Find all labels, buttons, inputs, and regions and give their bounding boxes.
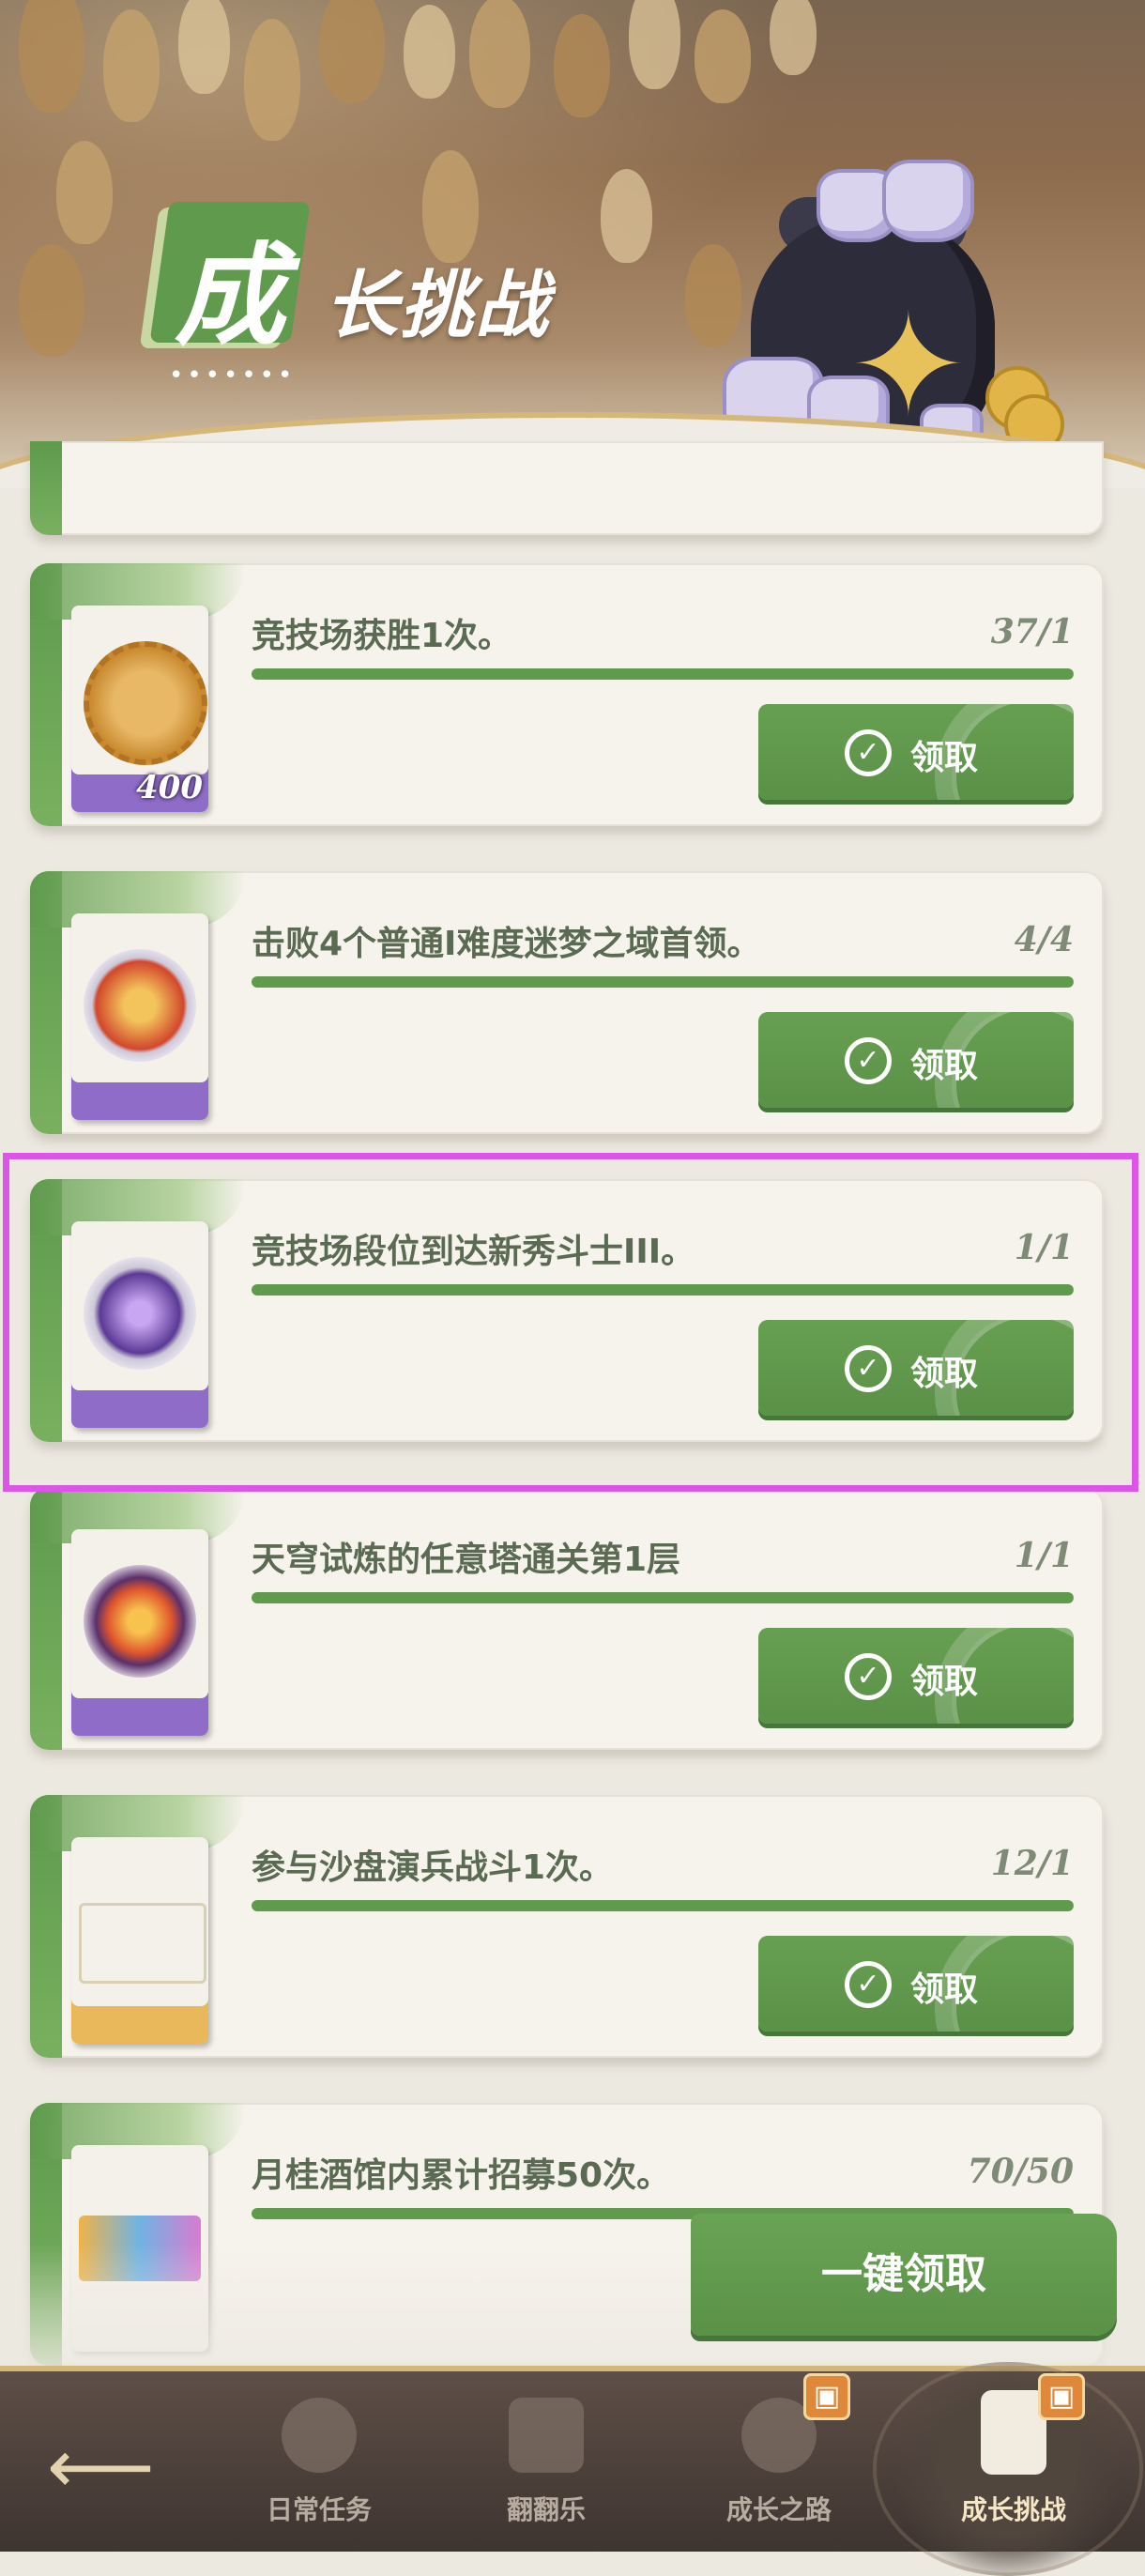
- header-banner: 成 长挑战 ••••••• ✦: [0, 0, 1145, 488]
- task-progress: 4/4: [1014, 920, 1074, 959]
- medal-icon: [84, 641, 207, 765]
- claim-button[interactable]: ✓ 领取: [758, 704, 1074, 800]
- check-icon: ✓: [845, 1345, 892, 1392]
- gift-badge-icon: ▣: [1038, 2373, 1085, 2420]
- progress-bar: [252, 976, 1074, 988]
- claim-label: 领取: [910, 1355, 979, 1393]
- letter-icon: [79, 1903, 206, 1984]
- task-card: 400 竞技场获胜1次。 37/1 ✓ 领取: [30, 563, 1104, 826]
- fire-crest-icon: [84, 1565, 196, 1678]
- check-icon: ✓: [845, 729, 892, 776]
- task-progress: 70/50: [967, 2152, 1074, 2191]
- task-name: 竞技场段位到达新秀斗士III。: [252, 1233, 695, 1271]
- tab-label: 日常任务: [266, 2494, 372, 2525]
- check-icon: ✓: [845, 1037, 892, 1084]
- task-card: 天穹试炼的任意塔通关第1层 1/1 ✓ 领取: [30, 1487, 1104, 1750]
- task-name: 竞技场获胜1次。: [252, 617, 512, 655]
- progress-bar-fill: [252, 1284, 1074, 1296]
- gift-badge-icon: ▣: [803, 2373, 850, 2420]
- claim-label: 领取: [910, 1047, 979, 1085]
- task-card: 参与沙盘演兵战斗1次。 12/1 ✓ 领取: [30, 1795, 1104, 2058]
- check-icon: ✓: [845, 1653, 892, 1700]
- portrait-crest-icon: [84, 1257, 196, 1370]
- tab-daily-tasks[interactable]: 日常任务: [235, 2371, 404, 2552]
- scroll-icon: [981, 2390, 1046, 2475]
- check-icon: ✓: [845, 1961, 892, 2008]
- claim-button[interactable]: ✓ 领取: [758, 1012, 1074, 1108]
- tab-label: 翻翻乐: [506, 2494, 586, 2525]
- reward-item[interactable]: 400: [71, 606, 208, 812]
- reward-item[interactable]: [71, 913, 208, 1120]
- reward-item[interactable]: [71, 1221, 208, 1428]
- task-name: 击败4个普通Ⅰ难度迷梦之域首领。: [252, 925, 761, 963]
- task-card: 竞技场段位到达新秀斗士III。 1/1 ✓ 领取: [30, 1179, 1104, 1442]
- tab-growth-road[interactable]: 成长之路 ▣: [695, 2371, 863, 2552]
- task-name: 天穹试炼的任意塔通关第1层: [252, 1541, 681, 1579]
- tab-label: 成长挑战: [960, 2494, 1066, 2525]
- claim-label: 领取: [910, 1970, 979, 2009]
- task-progress: 1/1: [1014, 1228, 1074, 1267]
- task-progress: 1/1: [1014, 1536, 1074, 1575]
- card-flip-icon: [509, 2398, 584, 2473]
- progress-bar: [252, 1592, 1074, 1603]
- title-first-char: 成: [174, 230, 285, 360]
- task-progress: 12/1: [990, 1844, 1074, 1883]
- task-name: 参与沙盘演兵战斗1次。: [252, 1848, 614, 1887]
- gear-icon: [282, 2398, 357, 2473]
- task-progress: 37/1: [990, 612, 1074, 652]
- gem-icon: [882, 160, 974, 242]
- progress-bar-fill: [252, 668, 1074, 680]
- reward-count: 400: [136, 769, 203, 806]
- reward-item[interactable]: [71, 1837, 208, 2044]
- progress-bar-fill: [252, 976, 1074, 988]
- progress-bar: [252, 1284, 1074, 1296]
- tab-growth-challenge[interactable]: 成长挑战 ▣: [929, 2371, 1098, 2552]
- claim-label: 领取: [910, 1663, 979, 1701]
- title-text: 长挑战: [325, 263, 551, 348]
- bulk-claim-label: 一键领取: [821, 2250, 986, 2298]
- progress-bar: [252, 668, 1074, 680]
- task-card: 击败4个普通Ⅰ难度迷梦之域首领。 4/4 ✓ 领取: [30, 871, 1104, 1134]
- title-dots: •••••••: [169, 361, 297, 390]
- progress-bar-fill: [252, 1900, 1074, 1911]
- claim-button[interactable]: ✓ 领取: [758, 1628, 1074, 1724]
- claim-label: 领取: [910, 739, 979, 777]
- claim-button[interactable]: ✓ 领取: [758, 1936, 1074, 2032]
- progress-bar-fill: [252, 1592, 1074, 1603]
- tab-label: 成长之路: [725, 2494, 832, 2525]
- progress-bar: [252, 1900, 1074, 1911]
- bulk-claim-button[interactable]: 一键领取: [691, 2214, 1117, 2336]
- task-card-partial: [30, 441, 1104, 535]
- task-name: 月桂酒馆内累计招募50次。: [252, 2156, 671, 2195]
- reward-item[interactable]: [71, 1529, 208, 1736]
- flame-crest-icon: [84, 949, 196, 1062]
- title-badge: 成: [149, 202, 311, 360]
- tab-flip-game[interactable]: 翻翻乐: [462, 2371, 631, 2552]
- back-arrow-icon[interactable]: ⟵: [47, 2430, 155, 2505]
- bottom-nav: ⟵ 日常任务 翻翻乐 成长之路 ▣ 成长挑战 ▣: [0, 2362, 1145, 2576]
- claim-button[interactable]: ✓ 领取: [758, 1320, 1074, 1416]
